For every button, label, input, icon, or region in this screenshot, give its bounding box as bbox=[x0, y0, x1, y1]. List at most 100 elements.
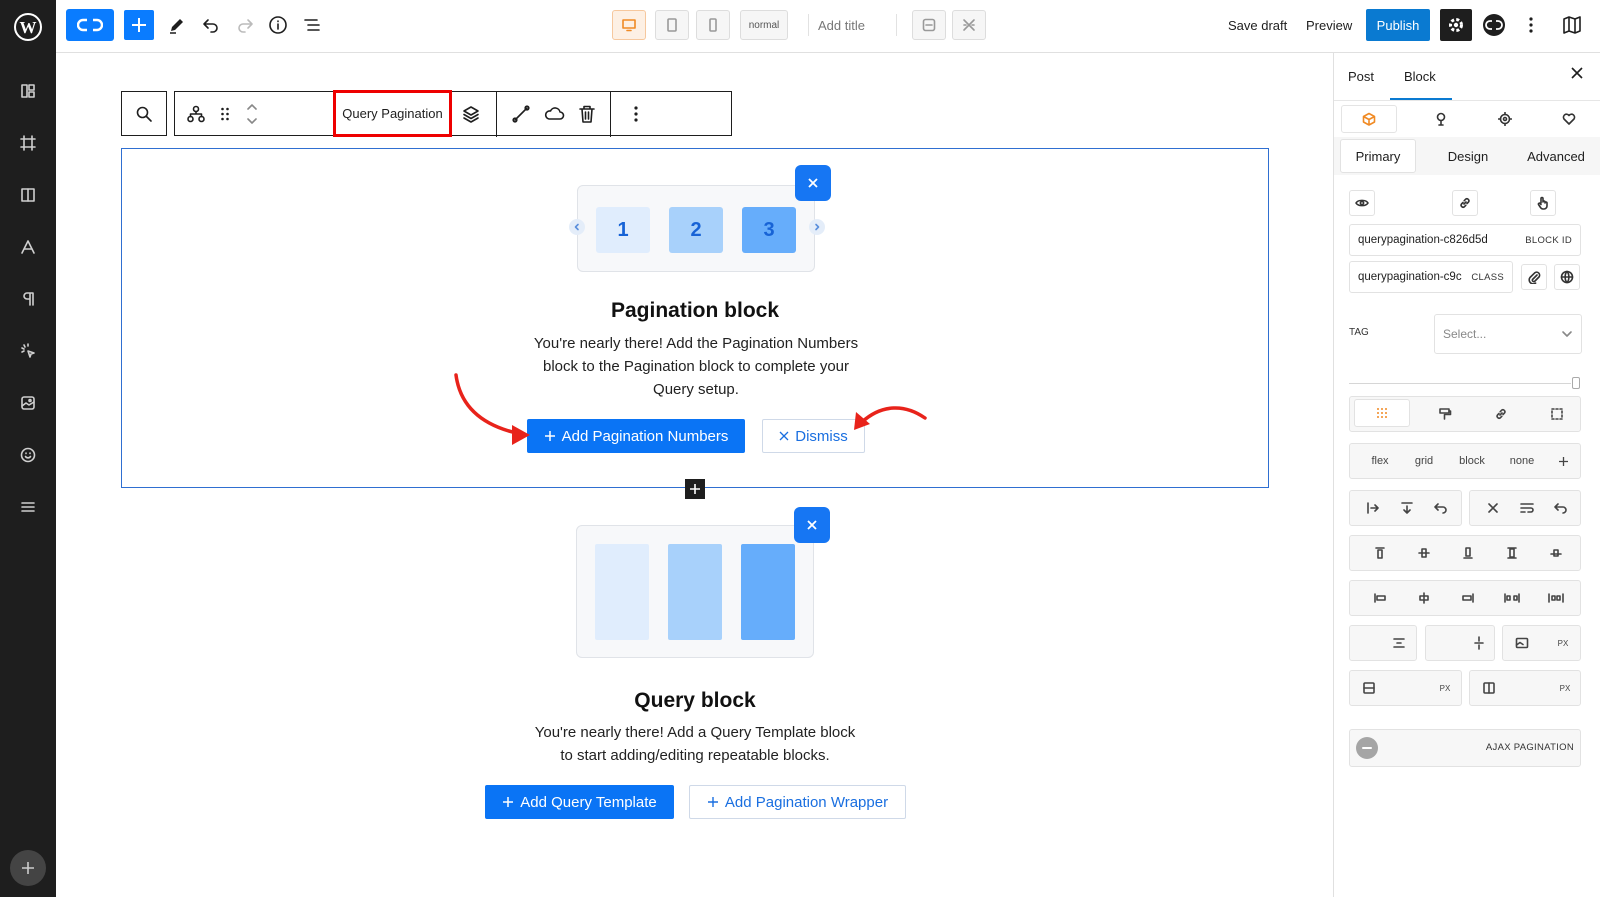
drag-handle-icon[interactable] bbox=[215, 98, 235, 130]
reverse-icon[interactable] bbox=[1424, 491, 1458, 525]
add-pagination-numbers-button[interactable]: Add Pagination Numbers bbox=[527, 419, 745, 453]
display-flex[interactable]: flex bbox=[1358, 444, 1402, 478]
edit-tools-icon[interactable] bbox=[162, 10, 192, 40]
wrap-reverse-icon[interactable] bbox=[1544, 491, 1578, 525]
preview-button[interactable]: Preview bbox=[1306, 10, 1352, 40]
media-icon[interactable] bbox=[14, 389, 42, 417]
display-block[interactable]: block bbox=[1448, 444, 1496, 478]
align-stretch-icon[interactable] bbox=[1490, 536, 1534, 570]
wordpress-logo-icon[interactable]: W bbox=[0, 0, 56, 53]
slider-handle[interactable] bbox=[1572, 377, 1580, 389]
grid-dots-icon[interactable] bbox=[1354, 399, 1410, 427]
nowrap-icon[interactable] bbox=[1476, 491, 1510, 525]
heart-icon[interactable] bbox=[1553, 103, 1585, 135]
search-icon[interactable] bbox=[129, 98, 159, 130]
display-grid[interactable]: grid bbox=[1402, 444, 1446, 478]
attachment-icon[interactable] bbox=[1521, 264, 1547, 290]
query-block-placeholder[interactable]: Query block You're nearly there! Add a Q… bbox=[121, 500, 1269, 830]
justify-end-icon[interactable] bbox=[1446, 581, 1490, 615]
template-parts-icon[interactable] bbox=[912, 10, 946, 40]
vertical-gap-icon[interactable] bbox=[1464, 626, 1494, 660]
cube-icon[interactable] bbox=[1341, 105, 1397, 133]
block-type-label[interactable]: Query Pagination bbox=[333, 90, 452, 137]
width-icon[interactable] bbox=[1474, 671, 1504, 705]
save-draft-button[interactable]: Save draft bbox=[1228, 10, 1287, 40]
close-icon[interactable] bbox=[1570, 66, 1584, 80]
move-up-down-icon[interactable] bbox=[240, 98, 264, 130]
paint-roller-icon[interactable] bbox=[1420, 397, 1470, 431]
eye-icon[interactable] bbox=[1349, 190, 1375, 216]
tag-select[interactable]: Select... bbox=[1434, 314, 1582, 354]
frame-icon[interactable] bbox=[14, 129, 42, 157]
align-center-icon[interactable] bbox=[1402, 536, 1446, 570]
settings-gear-icon[interactable] bbox=[1440, 9, 1472, 41]
tablet-preview-button[interactable] bbox=[655, 10, 689, 40]
block-inserter-plus-icon[interactable] bbox=[685, 479, 705, 499]
align-end-icon[interactable] bbox=[1446, 536, 1490, 570]
target-icon[interactable] bbox=[1489, 103, 1521, 135]
justify-space-between-icon[interactable] bbox=[1490, 581, 1534, 615]
list-view-icon[interactable] bbox=[297, 10, 327, 40]
add-pagination-wrapper-button[interactable]: Add Pagination Wrapper bbox=[689, 785, 906, 819]
parent-block-icon[interactable] bbox=[181, 98, 211, 130]
more-options-icon[interactable] bbox=[621, 98, 651, 130]
columns-icon[interactable] bbox=[14, 181, 42, 209]
more-options-icon[interactable] bbox=[1516, 9, 1546, 41]
layout-grid-icon[interactable] bbox=[14, 77, 42, 105]
publish-button[interactable]: Publish bbox=[1366, 9, 1430, 41]
add-new-button[interactable] bbox=[10, 850, 46, 886]
class-field[interactable]: querypagination-c9c CLASS bbox=[1349, 261, 1513, 293]
block-inserter-button[interactable] bbox=[124, 10, 154, 40]
tab-block[interactable]: Block bbox=[1404, 69, 1436, 84]
ajax-pagination-toggle[interactable]: AJAX PAGINATION bbox=[1349, 729, 1581, 767]
globe-icon[interactable] bbox=[1554, 264, 1580, 290]
align-baseline-icon[interactable] bbox=[1534, 536, 1578, 570]
align-start-icon[interactable] bbox=[1358, 536, 1402, 570]
height-icon[interactable] bbox=[1354, 671, 1384, 705]
gap-icon[interactable] bbox=[1384, 626, 1414, 660]
interactions-icon[interactable] bbox=[14, 337, 42, 365]
slider-track[interactable] bbox=[1349, 383, 1571, 384]
shuffle-icon[interactable] bbox=[952, 10, 986, 40]
cwicly-menu-button[interactable] bbox=[66, 9, 114, 41]
menu-list-icon[interactable] bbox=[14, 493, 42, 521]
undo-icon[interactable] bbox=[196, 10, 226, 40]
tab-post[interactable]: Post bbox=[1348, 69, 1374, 84]
emoji-icon[interactable] bbox=[14, 441, 42, 469]
image-icon[interactable] bbox=[1507, 626, 1537, 660]
justify-start-icon[interactable] bbox=[1358, 581, 1402, 615]
unit-px[interactable]: PX bbox=[1547, 626, 1579, 660]
cwicly-logo-icon[interactable] bbox=[1478, 9, 1510, 41]
tab-design[interactable]: Design bbox=[1426, 139, 1510, 173]
details-info-icon[interactable] bbox=[263, 10, 293, 40]
pointer-hand-icon[interactable] bbox=[1530, 190, 1556, 216]
typography-icon[interactable] bbox=[14, 233, 42, 261]
pagination-block-placeholder[interactable]: 1 2 3 Pagination block You're nearly the… bbox=[121, 148, 1269, 488]
tab-primary[interactable]: Primary bbox=[1340, 139, 1416, 173]
paragraph-icon[interactable] bbox=[14, 285, 42, 313]
redo-icon[interactable] bbox=[230, 10, 260, 40]
display-none[interactable]: none bbox=[1498, 444, 1546, 478]
unit-px[interactable]: PX bbox=[1550, 671, 1580, 705]
layers-icon[interactable] bbox=[456, 98, 486, 130]
direction-row-icon[interactable] bbox=[1356, 491, 1390, 525]
add-title-button[interactable]: Add title bbox=[818, 10, 865, 40]
wrap-icon[interactable] bbox=[1510, 491, 1544, 525]
device-mode-badge[interactable]: normal bbox=[740, 10, 788, 40]
link-icon[interactable] bbox=[1452, 190, 1478, 216]
close-icon[interactable] bbox=[795, 165, 831, 201]
plus-icon[interactable] bbox=[1548, 444, 1578, 478]
map-icon[interactable] bbox=[1556, 9, 1588, 41]
trash-icon[interactable] bbox=[572, 98, 602, 130]
mobile-preview-button[interactable] bbox=[696, 10, 730, 40]
justify-space-around-icon[interactable] bbox=[1534, 581, 1578, 615]
unit-px[interactable]: PX bbox=[1430, 671, 1460, 705]
tab-advanced[interactable]: Advanced bbox=[1514, 139, 1598, 173]
toggle-off-icon[interactable] bbox=[1356, 737, 1378, 759]
brush-icon[interactable] bbox=[1425, 103, 1457, 135]
add-query-template-button[interactable]: Add Query Template bbox=[485, 785, 674, 819]
close-icon[interactable] bbox=[794, 507, 830, 543]
link-icon[interactable] bbox=[1476, 397, 1526, 431]
block-id-field[interactable]: querypagination-c826d5d BLOCK ID bbox=[1349, 224, 1581, 256]
cloud-icon[interactable] bbox=[539, 98, 569, 130]
